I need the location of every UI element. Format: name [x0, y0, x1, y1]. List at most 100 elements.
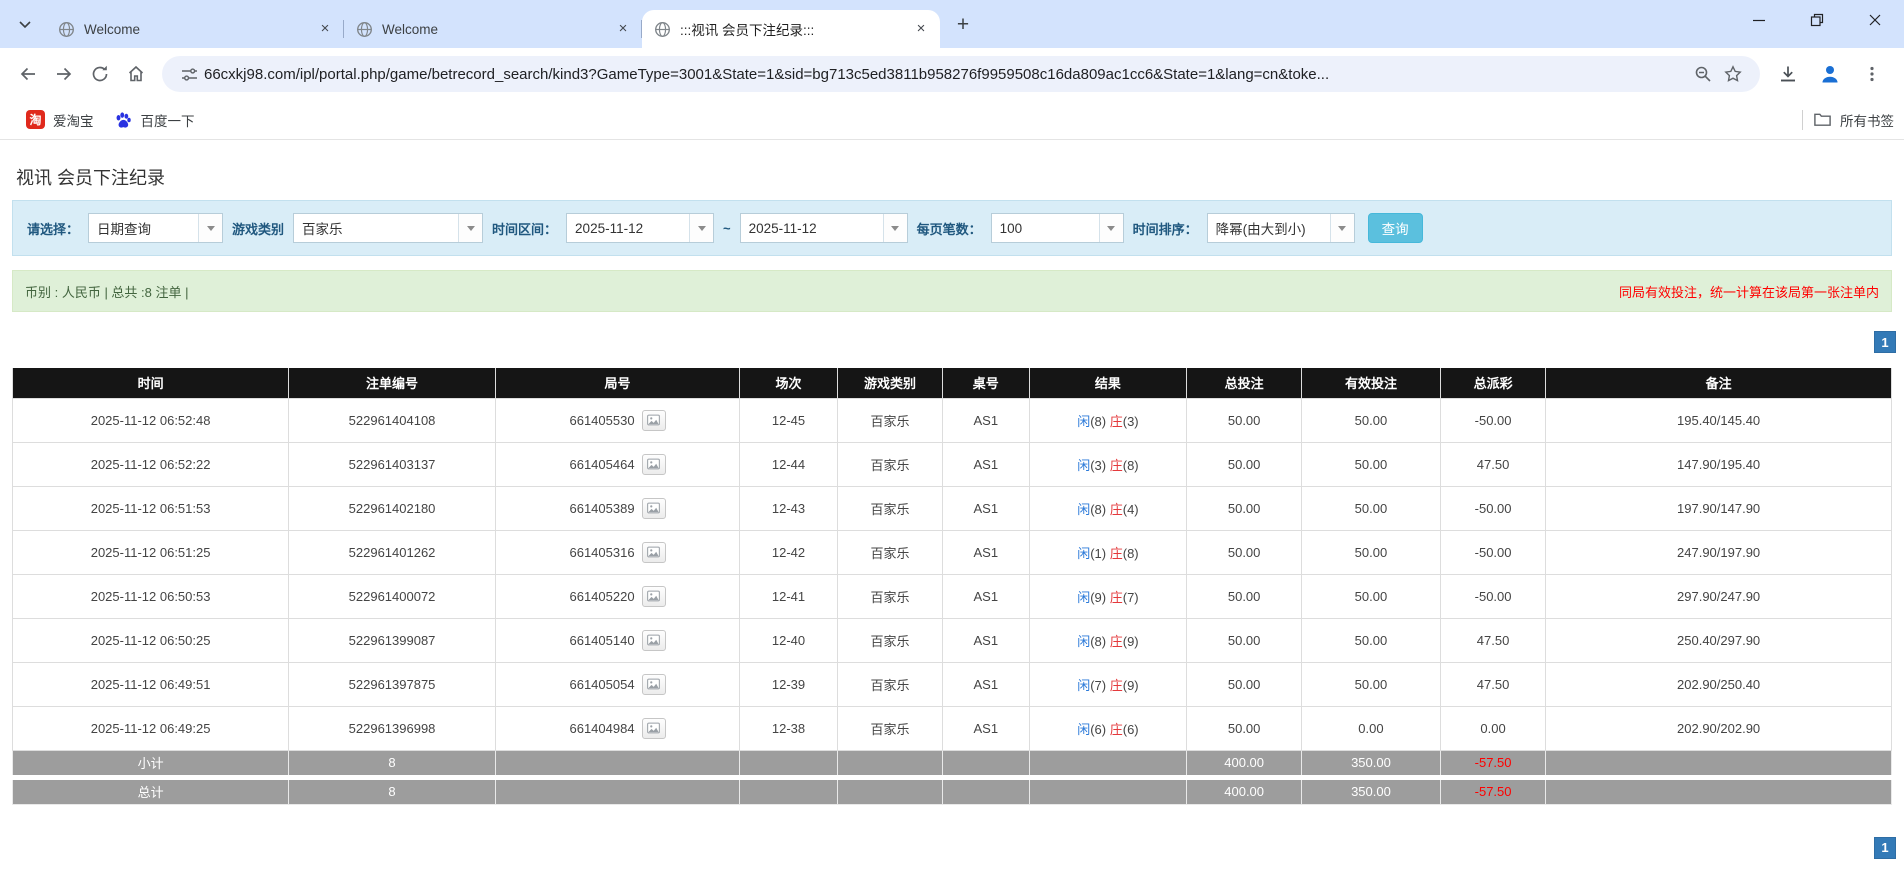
zoom-level-button[interactable]: [1688, 59, 1718, 89]
cell-total-bet-link[interactable]: 50.00: [1186, 617, 1302, 663]
bookmark-star-button[interactable]: [1718, 59, 1748, 89]
all-bookmarks-button[interactable]: 所有书签: [1813, 110, 1894, 130]
per-page-select[interactable]: 100: [990, 213, 1124, 243]
column-header: 场次: [739, 368, 838, 398]
query-type-select[interactable]: 日期查询: [88, 213, 224, 243]
result-player: 闲: [1077, 589, 1091, 605]
tab-close-button[interactable]: ×: [912, 20, 930, 38]
footer-empty-cell: [739, 749, 838, 778]
home-button[interactable]: [118, 56, 154, 92]
cell-total-bet-link[interactable]: 50.00: [1186, 485, 1302, 531]
cell-result: 闲(1) 庄(8): [1028, 529, 1188, 575]
cell-session: 12-40: [739, 617, 838, 663]
sort-order-value: 降幂(由大到小): [1215, 222, 1306, 237]
cell-result: 闲(3) 庄(8): [1028, 441, 1188, 487]
game-type-select[interactable]: 百家乐: [293, 213, 484, 243]
browser-tab[interactable]: Welcome ×: [46, 10, 344, 48]
filter-label-date-to: ~: [723, 220, 731, 236]
cell-session: 12-42: [739, 529, 838, 575]
cell-remark: 202.90/202.90: [1545, 705, 1892, 751]
round-image-button[interactable]: [641, 629, 666, 651]
round-image-button[interactable]: [641, 409, 666, 431]
result-banker: 庄: [1109, 501, 1123, 517]
search-button[interactable]: 查询: [1367, 213, 1423, 243]
footer-label: 小计: [11, 749, 290, 778]
address-bar[interactable]: 66cxkj98.com/ipl/portal.php/game/betreco…: [162, 56, 1760, 92]
tab-search-button[interactable]: [8, 7, 42, 41]
site-info-button[interactable]: [174, 59, 204, 89]
round-image-button[interactable]: [641, 453, 666, 475]
pagination-top: 1: [8, 331, 1896, 353]
cell-game-type: 百家乐: [836, 705, 944, 751]
bookmark-taobao[interactable]: 淘 爱淘宝: [16, 106, 104, 134]
round-number: 661404984: [569, 720, 635, 736]
date-from-select[interactable]: 2025-11-12: [566, 213, 715, 243]
window-close-button[interactable]: [1846, 0, 1904, 40]
round-image-button[interactable]: [641, 541, 666, 563]
cell-result: 闲(8) 庄(4): [1028, 485, 1188, 531]
cell-total-bet-link[interactable]: 50.00: [1186, 661, 1302, 707]
footer-empty-cell: [836, 749, 944, 778]
round-image-button[interactable]: [641, 673, 666, 695]
picture-icon: [647, 458, 660, 470]
bookmark-baidu[interactable]: 百度一下: [104, 106, 205, 134]
url-text[interactable]: 66cxkj98.com/ipl/portal.php/game/betreco…: [204, 66, 1688, 83]
all-bookmarks-label: 所有书签: [1840, 113, 1894, 129]
footer-empty-cell: [494, 749, 741, 778]
round-number: 661405389: [569, 500, 635, 516]
round-image-button[interactable]: [641, 585, 666, 607]
sort-order-select[interactable]: 降幂(由大到小): [1206, 213, 1355, 243]
browser-tab[interactable]: :::视讯 会员下注纪录::: ×: [642, 10, 940, 48]
forward-button[interactable]: [46, 56, 82, 92]
cell-valid-bet: 0.00: [1300, 705, 1441, 751]
cell-result: 闲(8) 庄(9): [1028, 617, 1188, 663]
summary-notice-text: 同局有效投注，统一计算在该局第一张注单内: [1618, 284, 1879, 300]
new-tab-button[interactable]: +: [948, 10, 978, 40]
browser-tab[interactable]: Welcome ×: [344, 10, 642, 48]
table-row: 2025-11-12 06:52:48 522961404108 661405530…: [11, 397, 1892, 443]
back-button[interactable]: [10, 56, 46, 92]
table-row: 2025-11-12 06:50:53 522961400072 661405220…: [11, 573, 1892, 619]
column-header: 时间: [11, 368, 290, 398]
cell-table-number: AS1: [942, 485, 1030, 531]
footer-count: 8: [288, 774, 496, 805]
page-number-button[interactable]: 1: [1874, 331, 1896, 353]
round-image-button[interactable]: [641, 717, 666, 739]
page-number-button[interactable]: 1: [1874, 836, 1896, 859]
cell-bet-number: 522961404108: [288, 397, 496, 443]
minimize-icon: [1753, 19, 1765, 22]
cell-remark: 195.40/145.40: [1545, 397, 1892, 443]
tab-close-button[interactable]: ×: [614, 20, 632, 38]
downloads-button[interactable]: [1770, 56, 1806, 92]
cell-total-bet-link[interactable]: 50.00: [1186, 573, 1302, 619]
bet-records-table: 时间 注单编号 局号 场次 游戏类别 桌号 结果 总投注 有效投注 总派彩 备注 2025-11-1…: [11, 368, 1892, 805]
chevron-down-icon[interactable]: [458, 214, 483, 242]
window-minimize-button[interactable]: [1730, 0, 1788, 40]
column-header: 注单编号: [288, 368, 496, 398]
chevron-down-icon[interactable]: [689, 214, 714, 242]
cell-game-type: 百家乐: [836, 617, 944, 663]
window-restore-button[interactable]: [1788, 0, 1846, 40]
tab-close-button[interactable]: ×: [316, 20, 334, 38]
result-banker: 庄: [1109, 457, 1123, 473]
result-player: 闲: [1077, 545, 1091, 561]
date-to-select[interactable]: 2025-11-12: [739, 213, 908, 243]
chevron-down-icon[interactable]: [1098, 214, 1123, 242]
menu-button[interactable]: [1854, 56, 1890, 92]
cell-bet-number: 522961400072: [288, 573, 496, 619]
chevron-down-icon[interactable]: [1329, 214, 1354, 242]
footer-count: 8: [288, 749, 496, 778]
cell-total-bet-link[interactable]: 50.00: [1186, 529, 1302, 575]
chevron-down-icon[interactable]: [882, 214, 907, 242]
round-image-button[interactable]: [641, 497, 666, 519]
profile-button[interactable]: [1812, 56, 1848, 92]
reload-button[interactable]: [82, 56, 118, 92]
footer-total-bet: 400.00: [1186, 749, 1302, 778]
table-row: 2025-11-12 06:51:25 522961401262 661405316…: [11, 529, 1892, 575]
cell-total-bet-link[interactable]: 50.00: [1186, 705, 1302, 751]
cell-total-bet-link[interactable]: 50.00: [1186, 441, 1302, 487]
cell-total-bet-link[interactable]: 50.00: [1186, 397, 1302, 443]
browser-window: Welcome × Welcome ×:::视讯 会员下注纪录:::× +: [0, 0, 1904, 886]
cell-valid-bet: 50.00: [1300, 661, 1441, 707]
chevron-down-icon[interactable]: [198, 214, 223, 242]
